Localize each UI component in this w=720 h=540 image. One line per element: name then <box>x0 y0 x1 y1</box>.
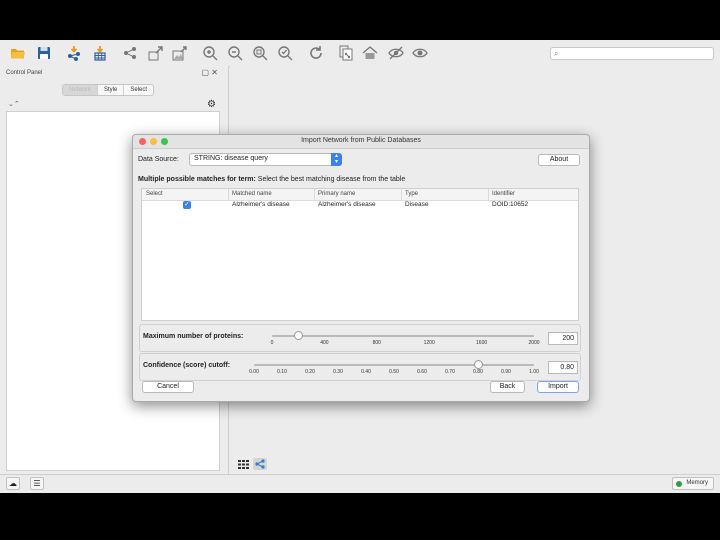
confidence-label: Confidence (score) cutoff: <box>143 362 231 369</box>
import-network-dialog: Import Network from Public Databases Dat… <box>132 134 590 402</box>
main-toolbar: ⌕ <box>0 40 720 67</box>
slider-tick-label: 800 <box>372 340 381 346</box>
expand-collapse-icon[interactable]: ⌄⌃ <box>8 100 20 108</box>
slider-tick-label: 0.20 <box>305 369 315 375</box>
panel-float-close-controls[interactable]: ▢ ✕ <box>202 68 218 77</box>
column-select[interactable]: Select <box>146 191 163 197</box>
confidence-slider-track[interactable] <box>254 364 534 366</box>
dialog-titlebar: Import Network from Public Databases <box>133 135 589 149</box>
status-bar: ☁ ☰ Memory <box>0 474 720 493</box>
max-proteins-slider-track[interactable] <box>272 335 534 337</box>
view-switcher <box>236 458 270 470</box>
cloud-icon[interactable]: ☁ <box>6 477 20 490</box>
control-panel-title: Control Panel <box>6 70 43 76</box>
export-image-icon[interactable] <box>172 45 188 61</box>
slider-tick-label: 1200 <box>423 340 435 346</box>
slider-tick-label: 2000 <box>528 340 540 346</box>
matches-heading: Multiple possible matches for term: Sele… <box>138 176 405 183</box>
data-source-value: STRING: disease query <box>194 155 268 162</box>
max-proteins-panel: Maximum number of proteins: 0 400 800 1200 1… <box>139 324 581 352</box>
column-matched-name[interactable]: Matched name <box>232 191 272 197</box>
memory-label: Memory <box>686 480 708 486</box>
search-icon: ⌕ <box>554 49 559 58</box>
cancel-button[interactable]: Cancel <box>142 381 194 393</box>
dialog-title: Import Network from Public Databases <box>301 137 421 144</box>
slider-tick-label: 0.10 <box>277 369 287 375</box>
control-panel-tabs: Network Style Select <box>62 84 155 96</box>
max-proteins-label: Maximum number of proteins: <box>143 333 244 340</box>
select-arrows-icon: ▴ ▾ <box>331 153 342 166</box>
confidence-panel: Confidence (score) cutoff: 0.00 0.10 0.20 0… <box>139 353 581 381</box>
confidence-input[interactable]: 0.80 <box>548 361 578 374</box>
slider-tick-label: 0.50 <box>389 369 399 375</box>
memory-button[interactable]: Memory <box>672 477 714 490</box>
save-icon[interactable] <box>36 45 52 61</box>
slider-tick-label: 0.40 <box>361 369 371 375</box>
slider-tick-label: 0 <box>270 340 274 346</box>
tab-style[interactable]: Style <box>98 85 125 95</box>
cell-matched-name: Alzheimer's disease <box>232 201 290 208</box>
tab-select[interactable]: Select <box>124 85 153 95</box>
network-view-icon[interactable] <box>253 458 267 470</box>
matches-heading-bold: Multiple possible matches for term: <box>138 176 256 183</box>
zoom-out-icon[interactable] <box>227 45 243 61</box>
import-network-icon[interactable] <box>66 45 82 61</box>
slider-tick-label: 0.70 <box>445 369 455 375</box>
import-button[interactable]: Import <box>537 381 579 393</box>
data-source-label: Data Source: <box>138 156 179 163</box>
max-proteins-input[interactable]: 200 <box>548 332 578 345</box>
cell-type: Disease <box>405 201 429 208</box>
column-identifier[interactable]: Identifier <box>492 191 515 197</box>
home-icon[interactable] <box>362 45 378 61</box>
gear-icon[interactable]: ⚙ <box>207 99 216 110</box>
slider-tick-label: 1.00 <box>529 369 539 375</box>
grid-view-icon[interactable] <box>236 458 250 470</box>
data-source-select[interactable]: STRING: disease query ▴ ▾ <box>189 153 342 166</box>
slider-tick-label: 0.00 <box>249 369 259 375</box>
slider-tick-label: 0.80 <box>473 369 483 375</box>
back-button[interactable]: Back <box>490 381 525 393</box>
import-table-icon[interactable] <box>92 45 108 61</box>
slider-tick-label: 400 <box>320 340 329 346</box>
max-proteins-slider-thumb[interactable] <box>293 331 303 340</box>
zoom-selected-icon[interactable] <box>277 45 293 61</box>
slider-tick-label: 0.30 <box>333 369 343 375</box>
search-input[interactable]: ⌕ <box>550 47 714 60</box>
column-type[interactable]: Type <box>405 191 418 197</box>
new-network-icon[interactable] <box>338 45 354 61</box>
slider-tick-label: 0.60 <box>417 369 427 375</box>
share-network-icon[interactable] <box>122 45 138 61</box>
zoom-fit-icon[interactable] <box>252 45 268 61</box>
matches-heading-text: Select the best matching disease from th… <box>255 176 406 183</box>
hide-icon[interactable] <box>388 45 404 61</box>
slider-tick-label: 1600 <box>476 340 488 346</box>
show-icon[interactable] <box>412 45 428 61</box>
zoom-in-icon[interactable] <box>202 45 218 61</box>
column-primary-name[interactable]: Primary name <box>318 191 355 197</box>
memory-status-icon <box>676 480 683 487</box>
about-button[interactable]: About <box>538 154 580 166</box>
refresh-icon[interactable] <box>308 45 324 61</box>
export-network-icon[interactable] <box>148 45 164 61</box>
table-row[interactable]: ✓ Alzheimer's disease Alzheimer's diseas… <box>142 200 578 210</box>
task-list-icon[interactable]: ☰ <box>30 477 44 490</box>
cell-identifier: DOID:10652 <box>492 201 529 208</box>
slider-tick-label: 0.90 <box>501 369 511 375</box>
open-folder-icon[interactable] <box>10 45 26 61</box>
cell-primary-name: Alzheimer's disease <box>318 201 376 208</box>
confidence-slider-thumb[interactable] <box>473 360 483 369</box>
tab-network[interactable]: Network <box>63 85 99 95</box>
matches-table: Select Matched name Primary name Type Id… <box>141 188 579 321</box>
row-select-checkbox[interactable]: ✓ <box>183 201 191 209</box>
